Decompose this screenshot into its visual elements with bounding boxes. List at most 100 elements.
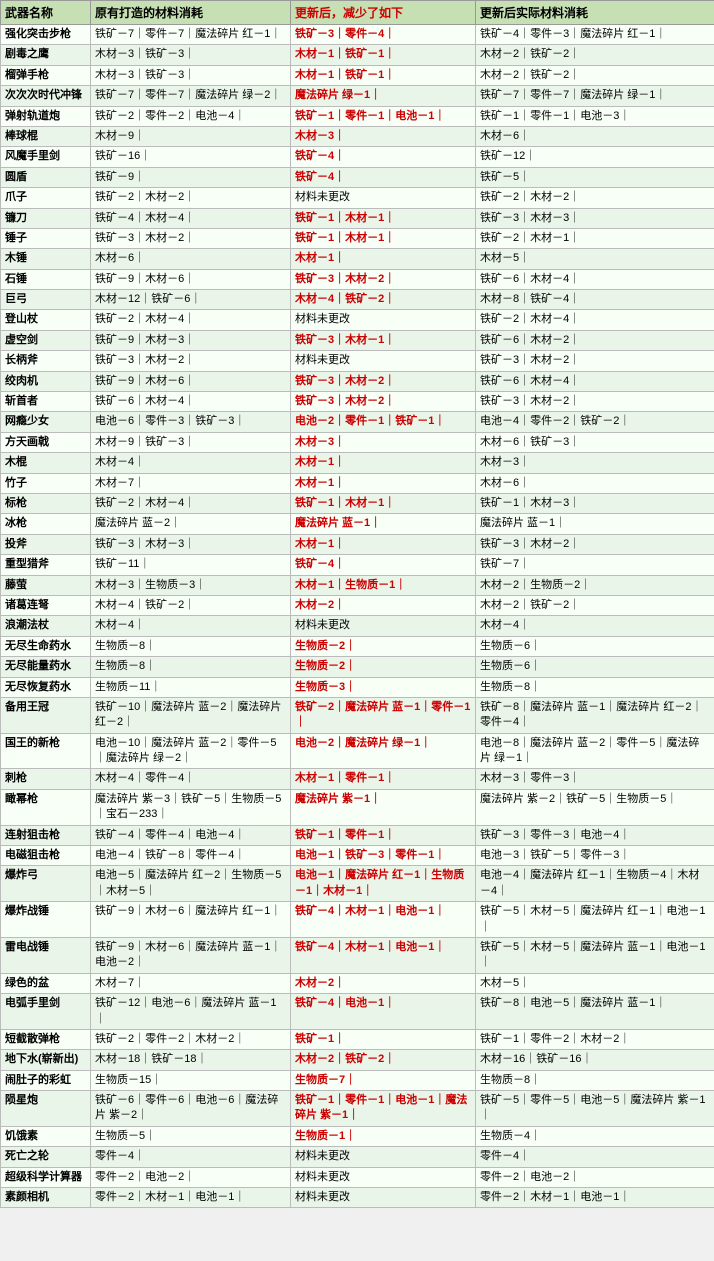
weapon-name: 瞰幂枪 bbox=[1, 789, 91, 825]
weapon-name: 爪子 bbox=[1, 188, 91, 208]
weapon-name: 圆盾 bbox=[1, 167, 91, 187]
reduced-materials: 木材－1｜零件－1｜ bbox=[291, 769, 476, 789]
original-materials: 木材－4｜ bbox=[91, 453, 291, 473]
table-row: 圆盾铁矿－9｜铁矿－4｜铁矿－5｜ bbox=[1, 167, 714, 187]
actual-materials: 铁矿－3｜木材－2｜ bbox=[476, 392, 714, 412]
weapon-name: 刺枪 bbox=[1, 769, 91, 789]
actual-materials: 生物质－6｜ bbox=[476, 657, 714, 677]
weapon-name: 超级科学计算器 bbox=[1, 1167, 91, 1187]
original-materials: 铁矿－2｜木材－4｜ bbox=[91, 493, 291, 513]
original-materials: 铁矿－3｜木材－2｜ bbox=[91, 351, 291, 371]
actual-materials: 电池－3｜铁矿－5｜零件－3｜ bbox=[476, 846, 714, 866]
original-materials: 铁矿－4｜木材－4｜ bbox=[91, 208, 291, 228]
actual-materials: 电池－8｜魔法碎片 蓝－2｜零件－5｜魔法碎片 绿－1｜ bbox=[476, 733, 714, 769]
actual-materials: 零件－2｜电池－2｜ bbox=[476, 1167, 714, 1187]
weapon-name: 绿色的盆 bbox=[1, 973, 91, 993]
table-row: 浪潮法杖木材－4｜材料未更改木材－4｜ bbox=[1, 616, 714, 636]
table-row: 木棍木材－4｜木材－1｜木材－3｜ bbox=[1, 453, 714, 473]
weapon-name: 登山杖 bbox=[1, 310, 91, 330]
actual-materials: 木材－8｜铁矿－4｜ bbox=[476, 290, 714, 310]
actual-materials: 木材－6｜ bbox=[476, 473, 714, 493]
weapon-name: 爆炸弓 bbox=[1, 866, 91, 902]
weapon-name: 电弧手里剑 bbox=[1, 994, 91, 1030]
weapon-name: 浪潮法杖 bbox=[1, 616, 91, 636]
table-row: 诸葛连弩木材－4｜铁矿－2｜木材－2｜木材－2｜铁矿－2｜ bbox=[1, 595, 714, 615]
actual-materials: 铁矿－4｜零件－3｜魔法碎片 红－1｜ bbox=[476, 25, 714, 45]
weapon-name: 投斧 bbox=[1, 534, 91, 554]
weapon-name: 无尽能量药水 bbox=[1, 657, 91, 677]
original-materials: 铁矿－10｜魔法碎片 蓝－2｜魔法碎片 红－2｜ bbox=[91, 697, 291, 733]
original-materials: 电池－5｜魔法碎片 红－2｜生物质－5｜木材－5｜ bbox=[91, 866, 291, 902]
actual-materials: 铁矿－12｜ bbox=[476, 147, 714, 167]
table-row: 登山杖铁矿－2｜木材－4｜材料未更改铁矿－2｜木材－4｜ bbox=[1, 310, 714, 330]
weapon-name: 木锤 bbox=[1, 249, 91, 269]
reduced-materials: 铁矿－3｜零件－4｜ bbox=[291, 25, 476, 45]
weapon-name: 次次次时代冲锋 bbox=[1, 86, 91, 106]
original-materials: 铁矿－9｜木材－6｜ bbox=[91, 371, 291, 391]
weapon-name: 地下水(崭新出) bbox=[1, 1050, 91, 1070]
table-row: 连射狙击枪铁矿－4｜零件－4｜电池－4｜铁矿－1｜零件－1｜铁矿－3｜零件－3｜… bbox=[1, 825, 714, 845]
table-row: 石锤铁矿－9｜木材－6｜铁矿－3｜木材－2｜铁矿－6｜木材－4｜ bbox=[1, 269, 714, 289]
actual-materials: 铁矿－7｜零件－7｜魔法碎片 绿－1｜ bbox=[476, 86, 714, 106]
header-actual: 更新后实际材料消耗 bbox=[476, 1, 714, 25]
actual-materials: 铁矿－3｜木材－2｜ bbox=[476, 351, 714, 371]
reduced-materials: 铁矿－4｜电池－1｜ bbox=[291, 994, 476, 1030]
actual-materials: 铁矿－6｜木材－2｜ bbox=[476, 330, 714, 350]
main-table-container: 武器名称 原有打造的材料消耗 更新后，减少了如下 更新后实际材料消耗 强化突击步… bbox=[0, 0, 714, 1208]
weapon-name: 棒球棍 bbox=[1, 126, 91, 146]
actual-materials: 铁矿－2｜木材－2｜ bbox=[476, 188, 714, 208]
table-row: 闹肚子的彩虹生物质－15｜生物质－7｜生物质－8｜ bbox=[1, 1070, 714, 1090]
table-row: 超级科学计算器零件－2｜电池－2｜材料未更改零件－2｜电池－2｜ bbox=[1, 1167, 714, 1187]
table-row: 次次次时代冲锋铁矿－7｜零件－7｜魔法碎片 绿－2｜魔法碎片 绿－1｜铁矿－7｜… bbox=[1, 86, 714, 106]
weapon-name: 榴弹手枪 bbox=[1, 65, 91, 85]
header-weapon-name: 武器名称 bbox=[1, 1, 91, 25]
original-materials: 木材－18｜铁矿－18｜ bbox=[91, 1050, 291, 1070]
weapon-name: 国王的新枪 bbox=[1, 733, 91, 769]
actual-materials: 生物质－4｜ bbox=[476, 1126, 714, 1146]
weapon-name: 短截散弹枪 bbox=[1, 1029, 91, 1049]
table-row: 弹射轨道炮铁矿－2｜零件－2｜电池－4｜铁矿－1｜零件－1｜电池－1｜铁矿－1｜… bbox=[1, 106, 714, 126]
reduced-materials: 铁矿－2｜魔法碎片 蓝－1｜零件－1｜ bbox=[291, 697, 476, 733]
weapon-name: 网瘾少女 bbox=[1, 412, 91, 432]
table-row: 棒球棍木材－9｜木材－3｜木材－6｜ bbox=[1, 126, 714, 146]
original-materials: 铁矿－12｜电池－6｜魔法碎片 蓝－1｜ bbox=[91, 994, 291, 1030]
original-materials: 铁矿－2｜木材－4｜ bbox=[91, 310, 291, 330]
original-materials: 铁矿－7｜零件－7｜魔法碎片 红－1｜ bbox=[91, 25, 291, 45]
table-row: 电弧手里剑铁矿－12｜电池－6｜魔法碎片 蓝－1｜铁矿－4｜电池－1｜铁矿－8｜… bbox=[1, 994, 714, 1030]
original-materials: 铁矿－9｜木材－6｜魔法碎片 蓝－1｜电池－2｜ bbox=[91, 937, 291, 973]
reduced-materials: 材料未更改 bbox=[291, 1147, 476, 1167]
table-row: 电磁狙击枪电池－4｜铁矿－8｜零件－4｜电池－1｜铁矿－3｜零件－1｜电池－3｜… bbox=[1, 846, 714, 866]
actual-materials: 铁矿－5｜零件－5｜电池－5｜魔法碎片 紫－1｜ bbox=[476, 1091, 714, 1127]
actual-materials: 木材－4｜ bbox=[476, 616, 714, 636]
table-row: 木锤木材－6｜木材－1｜木材－5｜ bbox=[1, 249, 714, 269]
actual-materials: 铁矿－6｜木材－4｜ bbox=[476, 269, 714, 289]
weapon-name: 石锤 bbox=[1, 269, 91, 289]
table-row: 藤萤木材－3｜生物质－3｜木材－1｜生物质－1｜木材－2｜生物质－2｜ bbox=[1, 575, 714, 595]
reduced-materials: 电池－2｜零件－1｜铁矿－1｜ bbox=[291, 412, 476, 432]
actual-materials: 铁矿－1｜木材－3｜ bbox=[476, 493, 714, 513]
original-materials: 木材－3｜铁矿－3｜ bbox=[91, 45, 291, 65]
original-materials: 生物质－15｜ bbox=[91, 1070, 291, 1090]
weapon-name: 藤萤 bbox=[1, 575, 91, 595]
weapon-name: 爆炸战锤 bbox=[1, 902, 91, 938]
table-row: 雷电战锤铁矿－9｜木材－6｜魔法碎片 蓝－1｜电池－2｜铁矿－4｜木材－1｜电池… bbox=[1, 937, 714, 973]
table-row: 巨弓木材－12｜铁矿－6｜木材－4｜铁矿－2｜木材－8｜铁矿－4｜ bbox=[1, 290, 714, 310]
weapon-name: 雷电战锤 bbox=[1, 937, 91, 973]
reduced-materials: 生物质－3｜ bbox=[291, 677, 476, 697]
actual-materials: 木材－5｜ bbox=[476, 973, 714, 993]
original-materials: 铁矿－9｜木材－6｜ bbox=[91, 269, 291, 289]
table-row: 斩首者铁矿－6｜木材－4｜铁矿－3｜木材－2｜铁矿－3｜木材－2｜ bbox=[1, 392, 714, 412]
actual-materials: 生物质－8｜ bbox=[476, 1070, 714, 1090]
reduced-materials: 铁矿－4｜ bbox=[291, 167, 476, 187]
reduced-materials: 材料未更改 bbox=[291, 310, 476, 330]
actual-materials: 铁矿－8｜电池－5｜魔法碎片 蓝－1｜ bbox=[476, 994, 714, 1030]
weapon-name: 无尽恢复药水 bbox=[1, 677, 91, 697]
original-materials: 铁矿－9｜木材－3｜ bbox=[91, 330, 291, 350]
weapon-name: 素颜相机 bbox=[1, 1188, 91, 1208]
reduced-materials: 铁矿－1｜零件－1｜电池－1｜魔法碎片 紫－1｜ bbox=[291, 1091, 476, 1127]
original-materials: 铁矿－6｜木材－4｜ bbox=[91, 392, 291, 412]
original-materials: 魔法碎片 蓝－2｜ bbox=[91, 514, 291, 534]
table-row: 瞰幂枪魔法碎片 紫－3｜铁矿－5｜生物质－5｜宝石－233｜魔法碎片 紫－1｜魔… bbox=[1, 789, 714, 825]
reduced-materials: 材料未更改 bbox=[291, 616, 476, 636]
actual-materials: 铁矿－5｜ bbox=[476, 167, 714, 187]
